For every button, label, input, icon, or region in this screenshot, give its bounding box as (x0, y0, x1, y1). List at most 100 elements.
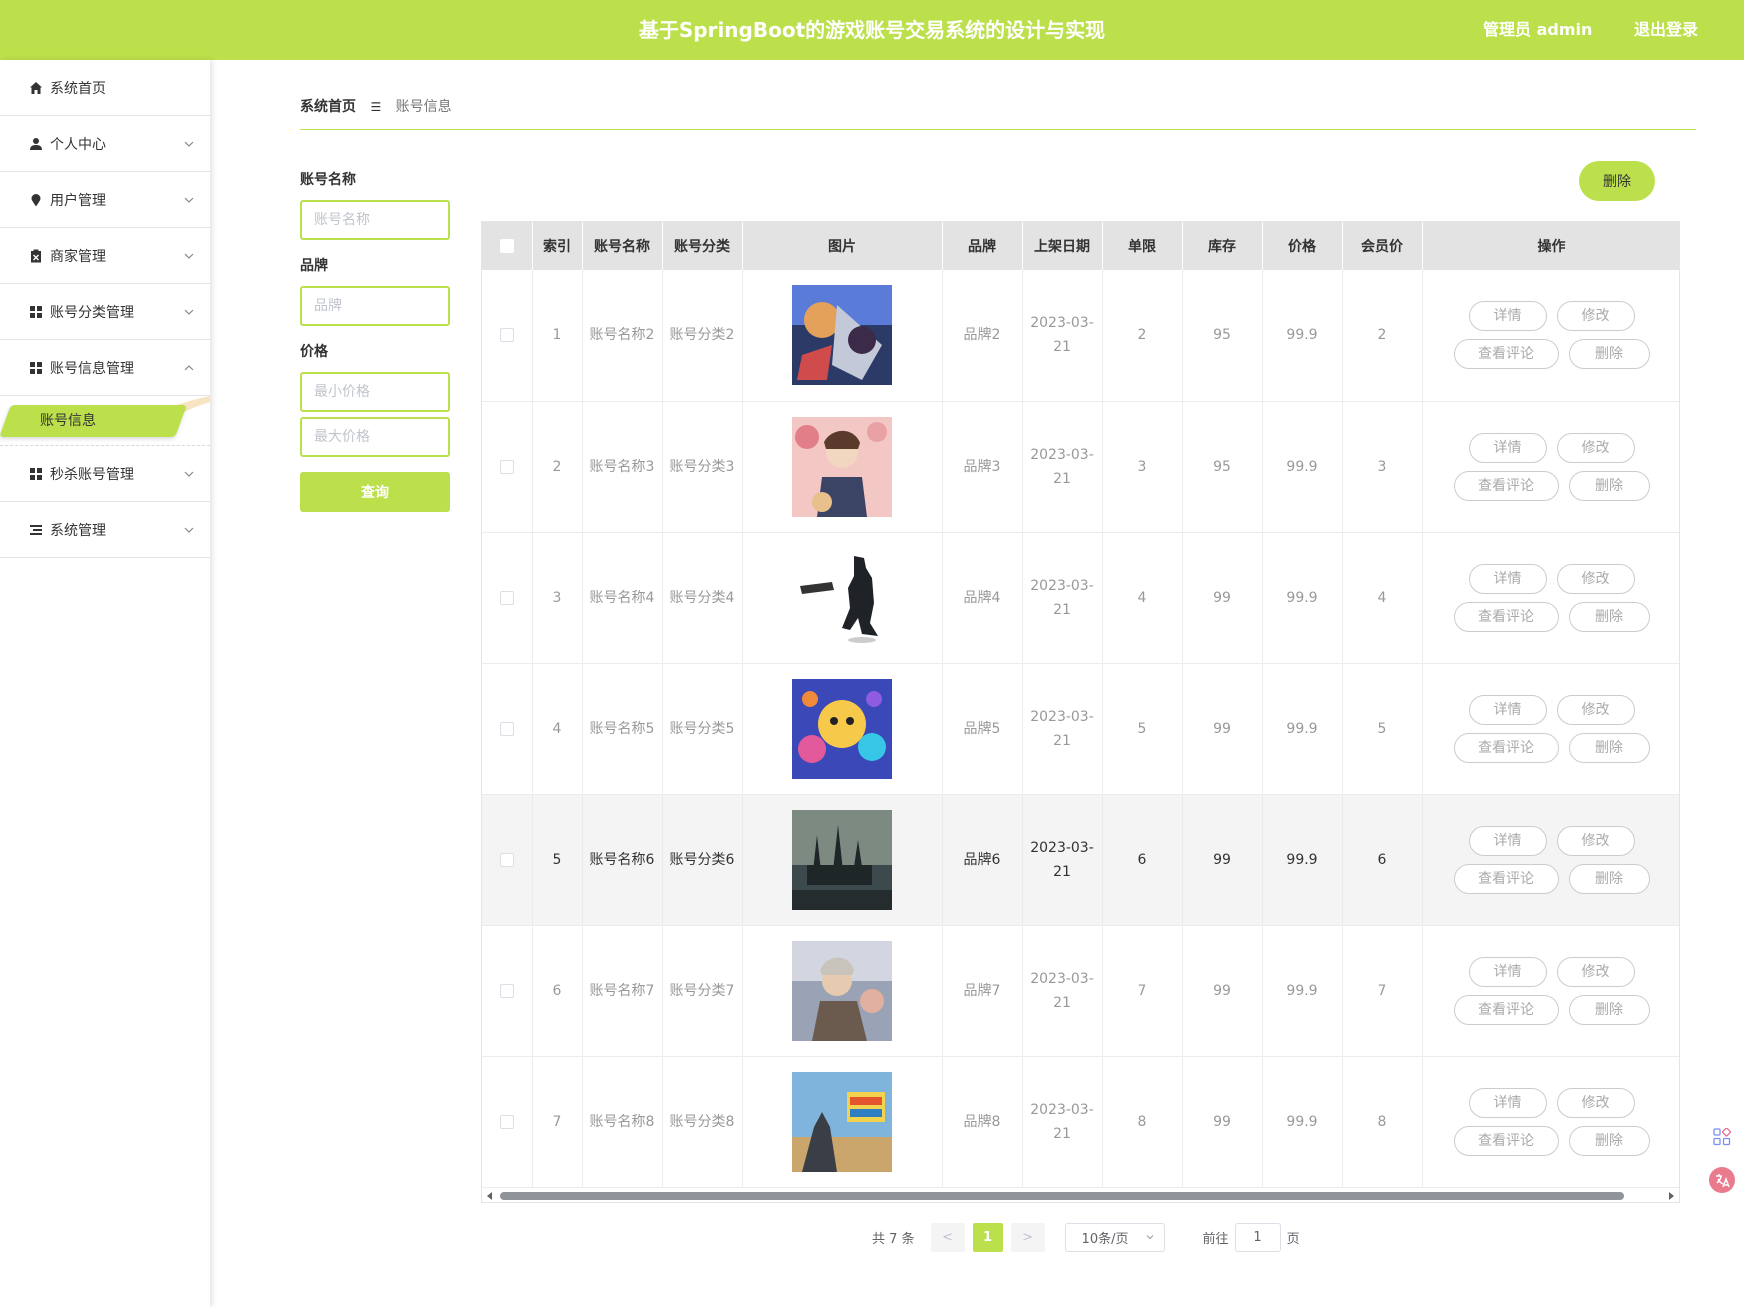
grid-icon (28, 304, 44, 320)
table-row: 5 账号名称6 账号分类6 品牌6 2023-03-21 6 99 99.9 6 详情 修改 查看评论… (482, 794, 1679, 926)
member-price-cell: 4 (1342, 532, 1423, 664)
delete-button[interactable]: 删除 (1568, 1125, 1650, 1156)
sidebar-item-account-category[interactable]: 账号分类管理 (0, 284, 210, 340)
price-cell: 99.9 (1262, 925, 1343, 1057)
edit-button[interactable]: 修改 (1556, 956, 1635, 987)
view-comments-button[interactable]: 查看评论 (1453, 732, 1559, 763)
min-price-input[interactable] (300, 372, 450, 412)
detail-button[interactable]: 详情 (1468, 301, 1547, 332)
row-checkbox[interactable] (499, 459, 514, 474)
actions-cell: 详情 修改查看评论 删除 (1422, 270, 1679, 402)
max-price-input[interactable] (300, 417, 450, 457)
sidebar-item-flash-sale[interactable]: 秒杀账号管理 (0, 446, 210, 502)
batch-delete-button[interactable]: 删除 (1579, 161, 1655, 201)
page-number-button[interactable]: 1 (972, 1223, 1003, 1252)
sidebar-item-label: 个人中心 (50, 136, 106, 153)
view-comments-button[interactable]: 查看评论 (1453, 994, 1559, 1025)
view-comments-button[interactable]: 查看评论 (1453, 863, 1559, 894)
name-cell: 账号名称8 (582, 1056, 663, 1188)
delete-button[interactable]: 删除 (1568, 994, 1650, 1025)
delete-button[interactable]: 删除 (1568, 601, 1650, 632)
user-icon (28, 136, 44, 152)
brand-filter-label: 品牌 (300, 258, 328, 274)
pagination: 共 7 条 < 1 > 10条/页 前往 页 (872, 1223, 1300, 1252)
delete-button[interactable]: 删除 (1568, 339, 1650, 370)
edit-button[interactable]: 修改 (1556, 825, 1635, 856)
name-filter-input[interactable] (300, 200, 450, 240)
page-size-select[interactable]: 10条/页 (1064, 1223, 1165, 1252)
goto-page-input[interactable] (1234, 1223, 1281, 1252)
account-thumbnail[interactable] (743, 416, 942, 517)
prev-page-button[interactable]: < (930, 1223, 965, 1252)
sidebar-item-home[interactable]: 系统首页 (0, 60, 210, 116)
sidebar-item-account-info[interactable]: 账号信息管理 (0, 340, 210, 396)
row-checkbox[interactable] (499, 852, 514, 867)
edit-button[interactable]: 修改 (1556, 432, 1635, 463)
sidebar-subitem-account-info[interactable]: 账号信息 (40, 405, 96, 437)
actions-cell: 详情 修改查看评论 删除 (1422, 1056, 1679, 1188)
detail-button[interactable]: 详情 (1468, 694, 1547, 725)
edit-button[interactable]: 修改 (1556, 694, 1635, 725)
row-checkbox[interactable] (499, 1114, 514, 1129)
horizontal-scrollbar[interactable] (482, 1188, 1679, 1202)
sidebar-item-label: 用户管理 (50, 192, 106, 209)
logout-link[interactable]: 退出登录 (1634, 0, 1698, 60)
view-comments-button[interactable]: 查看评论 (1453, 470, 1559, 501)
view-comments-button[interactable]: 查看评论 (1453, 1125, 1559, 1156)
index-cell: 1 (532, 270, 583, 402)
brand-filter-input[interactable] (300, 286, 450, 326)
scrollbar-thumb[interactable] (500, 1192, 1624, 1200)
account-thumbnail[interactable] (743, 940, 942, 1041)
category-cell: 账号分类3 (662, 401, 743, 533)
apps-icon[interactable] (1707, 1122, 1737, 1152)
account-thumbnail[interactable] (743, 678, 942, 779)
date-cell: 2023-03-21 (1022, 532, 1103, 664)
view-comments-button[interactable]: 查看评论 (1453, 601, 1559, 632)
row-checkbox[interactable] (499, 721, 514, 736)
scroll-left-icon[interactable] (487, 1192, 492, 1200)
detail-button[interactable]: 详情 (1468, 825, 1547, 856)
limit-cell: 8 (1102, 1056, 1183, 1188)
select-all-checkbox[interactable] (499, 239, 514, 253)
sidebar-item-system[interactable]: 系统管理 (0, 502, 210, 558)
scroll-right-icon[interactable] (1669, 1192, 1674, 1200)
delete-button[interactable]: 删除 (1568, 470, 1650, 501)
delete-button[interactable]: 删除 (1568, 863, 1650, 894)
grid-icon (28, 360, 44, 376)
table-row: 3 账号名称4 账号分类4 品牌4 2023-03-21 4 99 99.9 4 详情 修改 查看评论… (482, 532, 1679, 664)
breadcrumb-home[interactable]: 系统首页 (300, 99, 356, 115)
brand-cell: 品牌6 (942, 794, 1023, 926)
image-cell (742, 663, 943, 795)
detail-button[interactable]: 详情 (1468, 432, 1547, 463)
row-checkbox[interactable] (499, 983, 514, 998)
row-checkbox[interactable] (499, 590, 514, 605)
account-thumbnail[interactable] (743, 547, 942, 648)
translate-icon[interactable] (1707, 1165, 1737, 1195)
edit-button[interactable]: 修改 (1556, 1087, 1635, 1118)
sidebar-item-users[interactable]: 用户管理 (0, 172, 210, 228)
detail-button[interactable]: 详情 (1468, 1087, 1547, 1118)
sidebar-item-merchants[interactable]: 商家管理 (0, 228, 210, 284)
account-thumbnail[interactable] (743, 809, 942, 910)
edit-button[interactable]: 修改 (1556, 301, 1635, 332)
sidebar-item-profile[interactable]: 个人中心 (0, 116, 210, 172)
edit-button[interactable]: 修改 (1556, 563, 1635, 594)
next-page-button[interactable]: > (1010, 1223, 1045, 1252)
view-comments-button[interactable]: 查看评论 (1453, 339, 1559, 370)
member-price-cell: 2 (1342, 270, 1423, 402)
actions-cell: 详情 修改查看评论 删除 (1422, 925, 1679, 1057)
detail-button[interactable]: 详情 (1468, 956, 1547, 987)
detail-button[interactable]: 详情 (1468, 563, 1547, 594)
account-thumbnail[interactable] (743, 285, 942, 386)
search-button[interactable]: 查询 (300, 472, 450, 512)
column-header: 会员价 (1342, 222, 1423, 270)
account-thumbnail[interactable] (743, 1071, 942, 1172)
image-cell (742, 532, 943, 664)
table-row: 6 账号名称7 账号分类7 品牌7 2023-03-21 7 99 99.9 7 详情 修改 查看评论… (482, 925, 1679, 1057)
column-header: 账号分类 (662, 222, 743, 270)
index-cell: 3 (532, 532, 583, 664)
price-cell: 99.9 (1262, 401, 1343, 533)
delete-button[interactable]: 删除 (1568, 732, 1650, 763)
row-checkbox[interactable] (499, 328, 514, 343)
submenu-account-info: 账号信息 (0, 396, 210, 446)
